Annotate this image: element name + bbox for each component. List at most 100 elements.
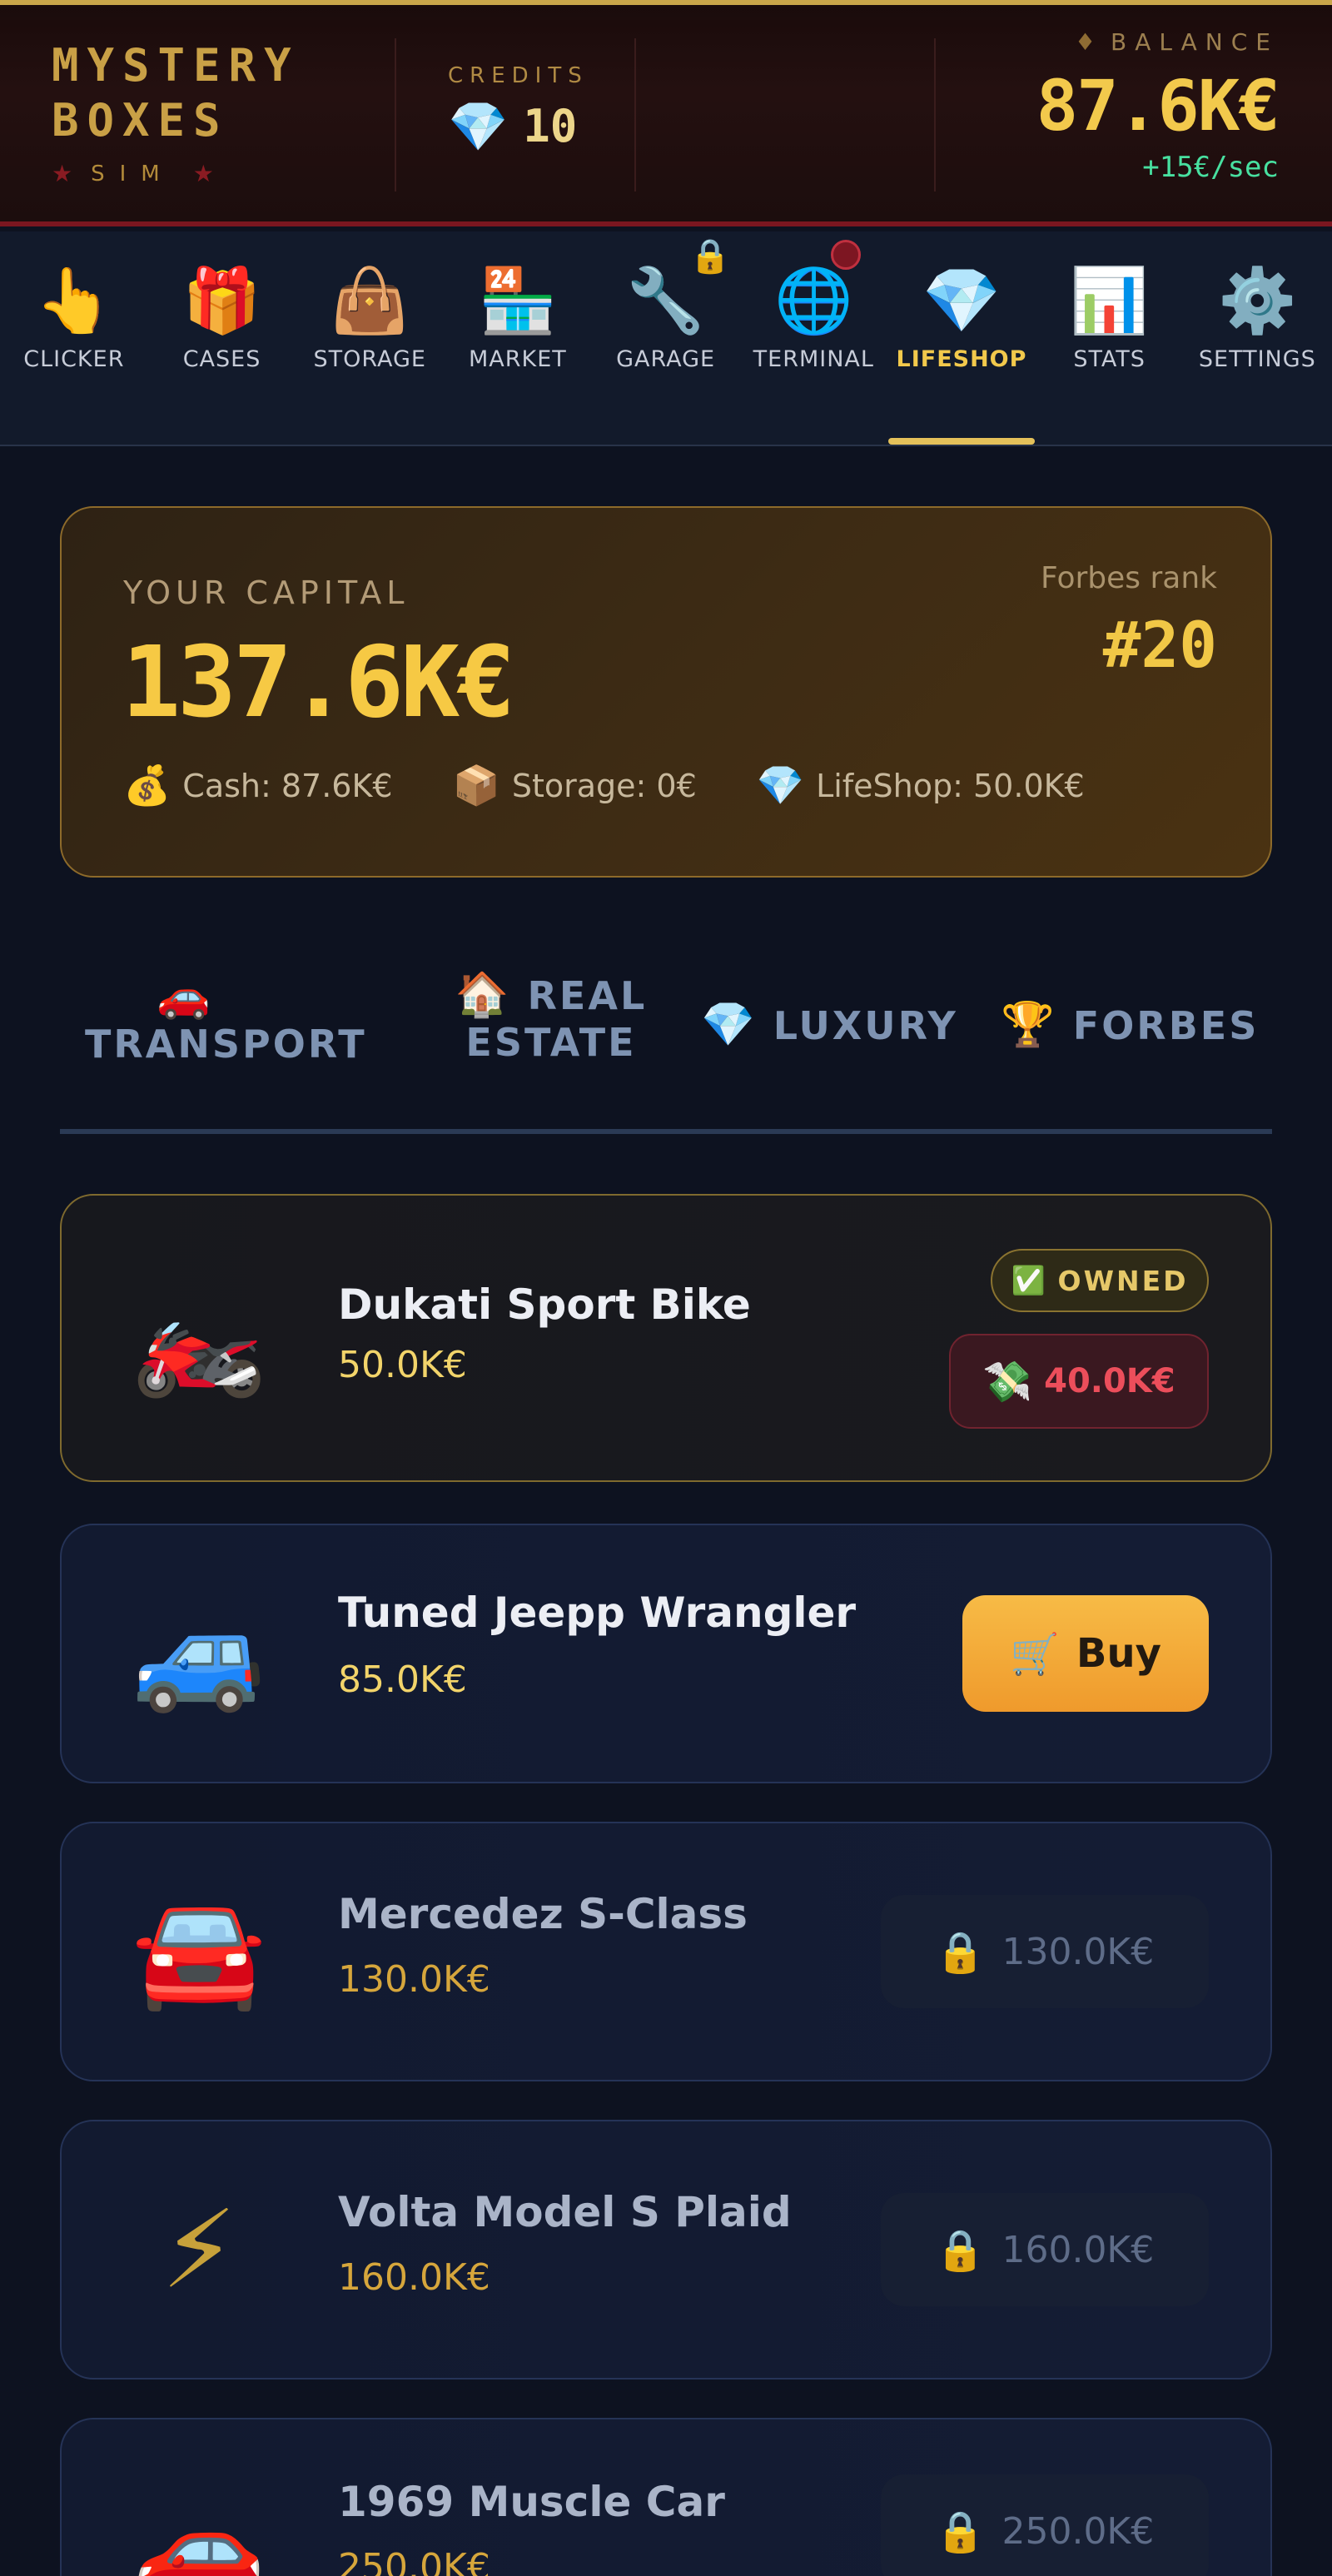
suv-icon: 🚙 [132,1589,266,1717]
check-icon: ✅ [1011,1264,1048,1296]
credits-label: CREDITS [448,63,589,88]
item-name: Mercedez S-Class [338,1890,748,1938]
header-divider [934,38,936,191]
nav-item-stats[interactable]: 📊 STATS [1036,231,1184,445]
logo-line-1: MYSTERY [52,39,300,92]
cash-value: Cash: 87.6K€ [182,767,393,804]
capital-breakdown: 💰 Cash: 87.6K€ 📦 Storage: 0€ 💎 LifeShop:… [123,763,1145,808]
category-tabs: 🚗 TRANSPORT 🏠 REAL ESTATE 💎 LUXURY 🏆 FOR… [60,954,1272,1134]
cash-segment: 💰 Cash: 87.6K€ [123,763,393,808]
tab-label: FORBES [1072,1003,1260,1048]
tab-luxury[interactable]: 💎 LUXURY [701,999,976,1050]
nav-label: STORAGE [313,346,426,372]
balance-rate: +15€/sec [1142,151,1279,184]
gift-icon: 🎁 [182,263,261,337]
tab-label: ESTATE [465,1020,637,1065]
shop-item-card: 🏍️ Dukati Sport Bike 50.0K€ ✅ OWNED 💸 40… [60,1194,1272,1482]
gem-icon: 💎 [701,1000,758,1050]
locked-button[interactable]: 🔒 130.0K€ [881,1895,1209,2008]
lock-icon: 🔒 [689,237,731,276]
lifeshop-segment: 💎 LifeShop: 50.0K€ [757,763,1085,808]
tab-label: LUXURY [773,1003,958,1048]
item-price: 250.0K€ [338,2546,490,2576]
nav-item-lifeshop[interactable]: 💎 LIFESHOP [887,231,1036,445]
sedan-icon: 🚘 [132,1887,266,2015]
logo-line-2: BOXES [52,94,229,147]
shop-item-card: 🚗 1969 Muscle Car 250.0K€ 🔒 250.0K€ [60,2418,1272,2576]
bar-chart-icon: 📊 [1070,263,1149,337]
nav-item-clicker[interactable]: 👆 CLICKER [0,231,148,445]
item-name: Tuned Jeepp Wrangler [338,1589,857,1637]
nav-label: SETTINGS [1198,346,1316,372]
locked-price: 130.0K€ [1001,1930,1155,1973]
cart-icon: 🛒 [1010,1630,1060,1678]
gear-icon: ⚙️ [1218,263,1297,337]
balance-label: ♦ BALANCE [1074,28,1279,56]
lock-icon: 🔒 [935,2226,986,2274]
shop-item-card: 🚙 Tuned Jeepp Wrangler 85.0K€ 🛒 Buy [60,1524,1272,1783]
lifeshop-value: LifeShop: 50.0K€ [816,767,1085,804]
main-nav: 👆 CLICKER 🎁 CASES 👜 STORAGE 🏪 MARKET 🔧 G… [0,231,1332,446]
capital-card: YOUR CAPITAL 137.6K€ Forbes rank #20 💰 C… [60,506,1272,878]
buy-button[interactable]: 🛒 Buy [962,1595,1209,1712]
box-icon: 📦 [452,763,500,808]
gem-icon: 💎 [756,763,805,808]
lock-icon: 🔒 [935,2508,986,2555]
balance-value: 87.6K€ [1036,65,1280,147]
storage-value: Storage: 0€ [511,767,697,804]
locked-price: 160.0K€ [1001,2228,1155,2271]
sell-button[interactable]: 💸 40.0K€ [949,1334,1209,1429]
trophy-icon: 🏆 [1001,1000,1057,1050]
balance-display: ♦ BALANCE 87.6K€ +15€/sec [1036,28,1280,184]
top-header: MYSTERY BOXES ★ SIM ★ CREDITS 💎 10 ♦ BALA… [0,0,1332,226]
tab-transport[interactable]: 🚗 TRANSPORT [85,971,367,1067]
lock-icon: 🔒 [935,1928,986,1976]
nav-label: TERMINAL [753,346,874,372]
item-price: 50.0K€ [338,1344,467,1386]
item-name: Volta Model S Plaid [338,2188,792,2236]
owned-badge: ✅ OWNED [991,1249,1209,1312]
motorcycle-icon: 🏍️ [132,1274,266,1401]
nav-label: CASES [182,346,261,372]
tab-forbes[interactable]: 🏆 FORBES [1001,999,1275,1050]
star-icon: ★ [192,160,214,187]
nav-label: MARKET [469,346,567,372]
nav-item-cases[interactable]: 🎁 CASES [148,231,296,445]
locked-button[interactable]: 🔒 160.0K€ [881,2193,1209,2306]
nav-item-storage[interactable]: 👜 STORAGE [296,231,444,445]
shop-item-card: ⚡ Volta Model S Plaid 160.0K€ 🔒 160.0K€ [60,2120,1272,2380]
header-divider [395,38,396,191]
tab-label: TRANSPORT [85,1022,367,1067]
item-price: 130.0K€ [338,1958,490,2001]
capital-label: YOUR CAPITAL [123,574,410,611]
shop-icon: 🏪 [478,263,558,337]
item-name: 1969 Muscle Car [338,2478,725,2526]
logo-subtitle: ★ SIM ★ [52,160,368,187]
owned-label: OWNED [1057,1264,1189,1297]
sell-price: 40.0K€ [1044,1362,1175,1400]
nav-item-settings[interactable]: ⚙️ SETTINGS [1184,231,1332,445]
house-icon: 🏠 [455,970,512,1020]
storage-segment: 📦 Storage: 0€ [453,763,697,808]
notification-dot [831,240,862,270]
diamond-icon: 💎 [922,263,1001,337]
locked-button[interactable]: 🔒 250.0K€ [881,2474,1209,2576]
gem-icon: 💎 [448,97,509,155]
money-bag-icon: 💰 [123,763,171,808]
nav-label: STATS [1073,346,1146,372]
credits-value: 10 [523,100,578,152]
nav-item-terminal[interactable]: 🌐 TERMINAL [739,231,887,445]
item-name: Dukati Sport Bike [338,1281,751,1329]
wrench-icon: 🔧 [626,263,705,337]
nav-item-market[interactable]: 🏪 MARKET [444,231,592,445]
buy-label: Buy [1076,1630,1161,1677]
forbes-rank-label: Forbes rank [1041,561,1217,595]
star-icon: ★ [52,160,73,187]
nav-label: LIFESHOP [896,346,1027,372]
pointing-finger-icon: 👆 [34,263,114,337]
capital-value: 137.6K€ [122,624,515,739]
money-wings-icon: 💸 [982,1358,1033,1405]
app-logo: MYSTERY BOXES ★ SIM ★ [52,38,368,187]
item-price: 85.0K€ [338,1658,467,1701]
tab-real-estate[interactable]: 🏠 REAL ESTATE [426,969,676,1065]
